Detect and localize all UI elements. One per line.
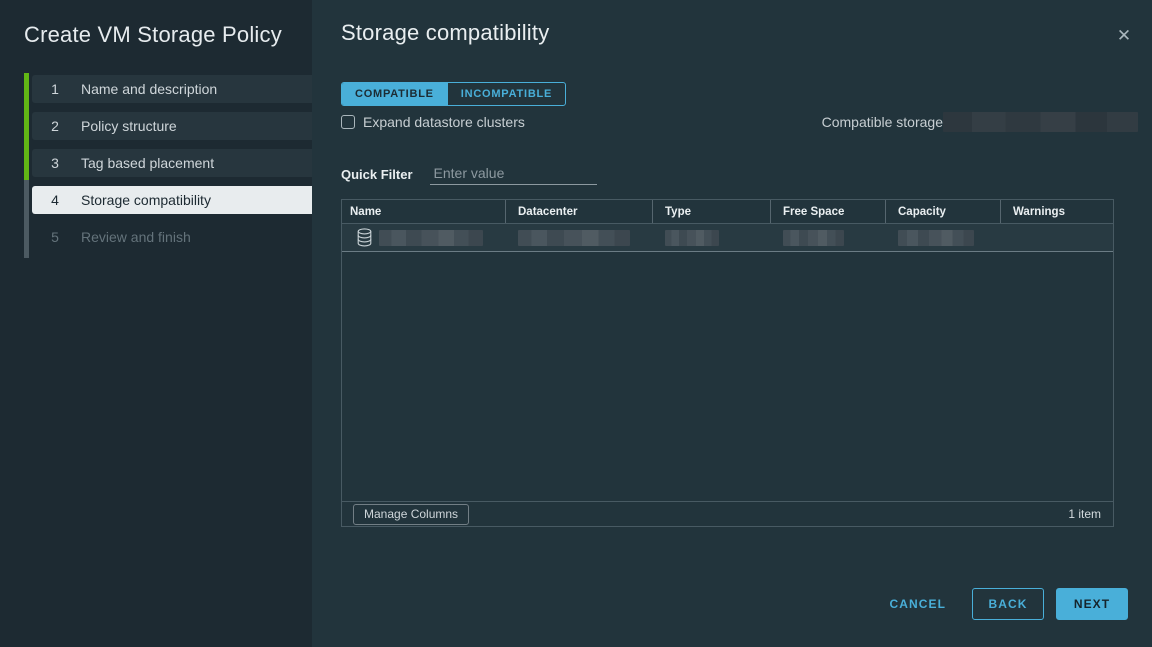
column-header-name[interactable]: Name — [342, 200, 506, 223]
compatible-storage-value-redacted — [943, 112, 1138, 132]
column-header-warnings[interactable]: Warnings — [1001, 200, 1113, 223]
wizard-step-storage-compatibility[interactable]: 4 Storage compatibility — [32, 186, 312, 214]
wizard-step-name-and-description[interactable]: 1 Name and description — [32, 75, 312, 103]
step-number: 4 — [49, 192, 61, 208]
cell-capacity — [886, 230, 1001, 246]
column-header-datacenter[interactable]: Datacenter — [506, 200, 653, 223]
compatible-storage-label: Compatible storage — [822, 114, 943, 130]
step-label: Storage compatibility — [81, 192, 211, 208]
wizard-steps: 1 Name and description 2 Policy structur… — [32, 75, 312, 251]
item-count: 1 item — [1068, 507, 1101, 521]
cancel-button[interactable]: CANCEL — [876, 588, 960, 620]
cell-free-space — [771, 230, 886, 246]
wizard-step-tag-based-placement[interactable]: 3 Tag based placement — [32, 149, 312, 177]
step-label: Policy structure — [81, 118, 177, 134]
step-number: 5 — [49, 229, 61, 245]
column-header-type[interactable]: Type — [653, 200, 771, 223]
cell-name — [342, 228, 506, 247]
compatibility-toggle: COMPATIBLE INCOMPATIBLE — [341, 82, 566, 106]
wizard-title: Create VM Storage Policy — [0, 0, 312, 48]
wizard-sidebar: Create VM Storage Policy 1 Name and desc… — [0, 0, 312, 647]
table-footer: Manage Columns 1 item — [342, 501, 1113, 526]
quick-filter-input[interactable] — [430, 163, 597, 185]
column-header-free-space[interactable]: Free Space — [771, 200, 886, 223]
wizard-step-policy-structure[interactable]: 2 Policy structure — [32, 112, 312, 140]
step-number: 3 — [49, 155, 61, 171]
table-row[interactable] — [342, 224, 1113, 252]
progress-rail-completed — [24, 73, 29, 180]
tab-incompatible[interactable]: INCOMPATIBLE — [447, 83, 565, 105]
cell-type — [653, 230, 771, 246]
step-label: Name and description — [81, 81, 217, 97]
next-button[interactable]: NEXT — [1056, 588, 1128, 620]
tab-compatible[interactable]: COMPATIBLE — [342, 83, 447, 105]
wizard-step-review-and-finish: 5 Review and finish — [32, 223, 312, 251]
quick-filter-label: Quick Filter — [341, 167, 413, 182]
quick-filter-row: Quick Filter — [341, 162, 1114, 186]
cell-capacity-value-redacted — [898, 230, 974, 246]
manage-columns-button[interactable]: Manage Columns — [353, 504, 469, 525]
step-label: Review and finish — [81, 229, 191, 245]
step-number: 1 — [49, 81, 61, 97]
page-title: Storage compatibility — [341, 20, 1114, 46]
column-header-capacity[interactable]: Capacity — [886, 200, 1001, 223]
datastore-icon — [357, 228, 372, 247]
back-button[interactable]: BACK — [972, 588, 1044, 620]
compatible-storage-summary: Compatible storage — [822, 112, 1138, 132]
cell-datacenter — [506, 230, 653, 246]
wizard-actions: CANCEL BACK NEXT — [341, 588, 1128, 620]
expand-datastore-clusters-label: Expand datastore clusters — [363, 114, 525, 130]
cell-type-value-redacted — [665, 230, 719, 246]
step-number: 2 — [49, 118, 61, 134]
compatible-storage-table: Name Datacenter Type Free Space Capacity… — [341, 199, 1114, 527]
table-header: Name Datacenter Type Free Space Capacity… — [342, 200, 1113, 224]
cell-datacenter-value-redacted — [518, 230, 630, 246]
progress-rail-remaining — [24, 180, 29, 258]
create-vm-storage-policy-dialog: Create VM Storage Policy 1 Name and desc… — [0, 0, 1152, 647]
table-empty-area — [342, 252, 1113, 501]
expand-datastore-clusters-checkbox[interactable] — [341, 115, 355, 129]
storage-compatibility-panel: ✕ Storage compatibility COMPATIBLE INCOM… — [312, 0, 1152, 647]
close-icon[interactable]: ✕ — [1112, 24, 1136, 48]
cell-free-space-value-redacted — [783, 230, 844, 246]
cell-name-value-redacted — [379, 230, 483, 246]
step-label: Tag based placement — [81, 155, 214, 171]
